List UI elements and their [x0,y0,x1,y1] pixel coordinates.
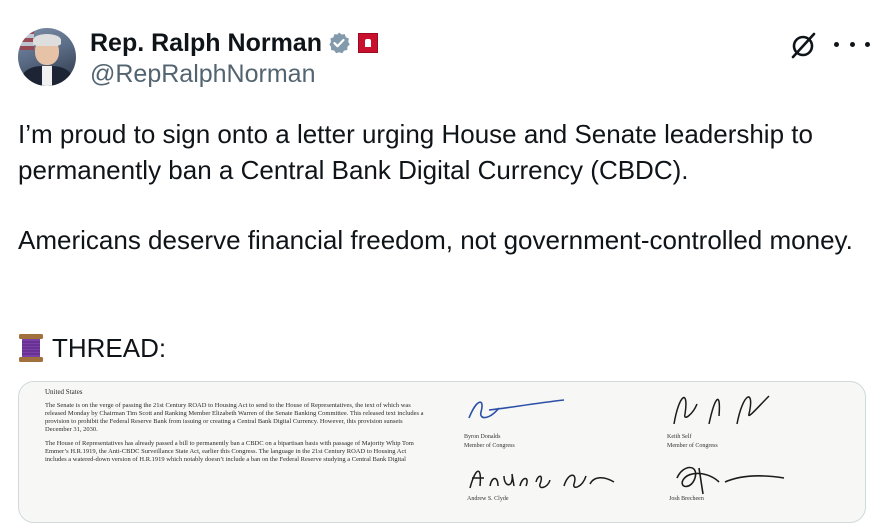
letter-heading: United States [45,388,83,396]
signature-scribble-1 [468,399,565,419]
author-handle[interactable]: @RepRalphNorman [90,60,315,89]
letter-text-block: United States The Senate is on the verge… [45,388,425,470]
post-header: Rep. Ralph Norman @RepRalphNorman [18,28,878,92]
signature-title-1: Member of Congress [464,443,515,449]
grok-icon[interactable] [788,30,818,60]
signature-name-2: Keith Self [667,434,692,440]
government-affiliation-icon[interactable] [357,33,378,53]
signature-name-4: Josh Brecheen [669,496,704,502]
thread-label: THREAD: [52,333,167,363]
letter-paragraph-1: The Senate is on the verge of passing th… [45,402,424,433]
signature-title-2: Member of Congress [667,443,718,449]
post-paragraph-1: I’m proud to sign onto a letter urging H… [18,119,813,185]
avatar[interactable] [18,28,76,86]
signature-scribble-2 [673,395,770,425]
signature-name-1: Byron Donalds [464,434,501,440]
post-paragraph-2: Americans deserve financial freedom, not… [18,225,853,255]
signature-name-3: Andrew S. Clyde [467,496,509,502]
spool-of-thread-icon [19,334,43,362]
letter-paragraph-2: The House of Representatives has already… [45,440,414,463]
author-name-row: Rep. Ralph Norman [90,28,378,58]
signature-scribble-3 [469,470,615,489]
verified-badge-icon[interactable] [327,31,351,55]
more-options-icon[interactable] [834,34,870,54]
signature-scribble-4 [676,466,785,495]
author-name[interactable]: Rep. Ralph Norman [90,29,322,58]
thread-line: THREAD: [18,330,166,366]
attached-image-letter[interactable]: United States The Senate is on the verge… [18,381,866,523]
